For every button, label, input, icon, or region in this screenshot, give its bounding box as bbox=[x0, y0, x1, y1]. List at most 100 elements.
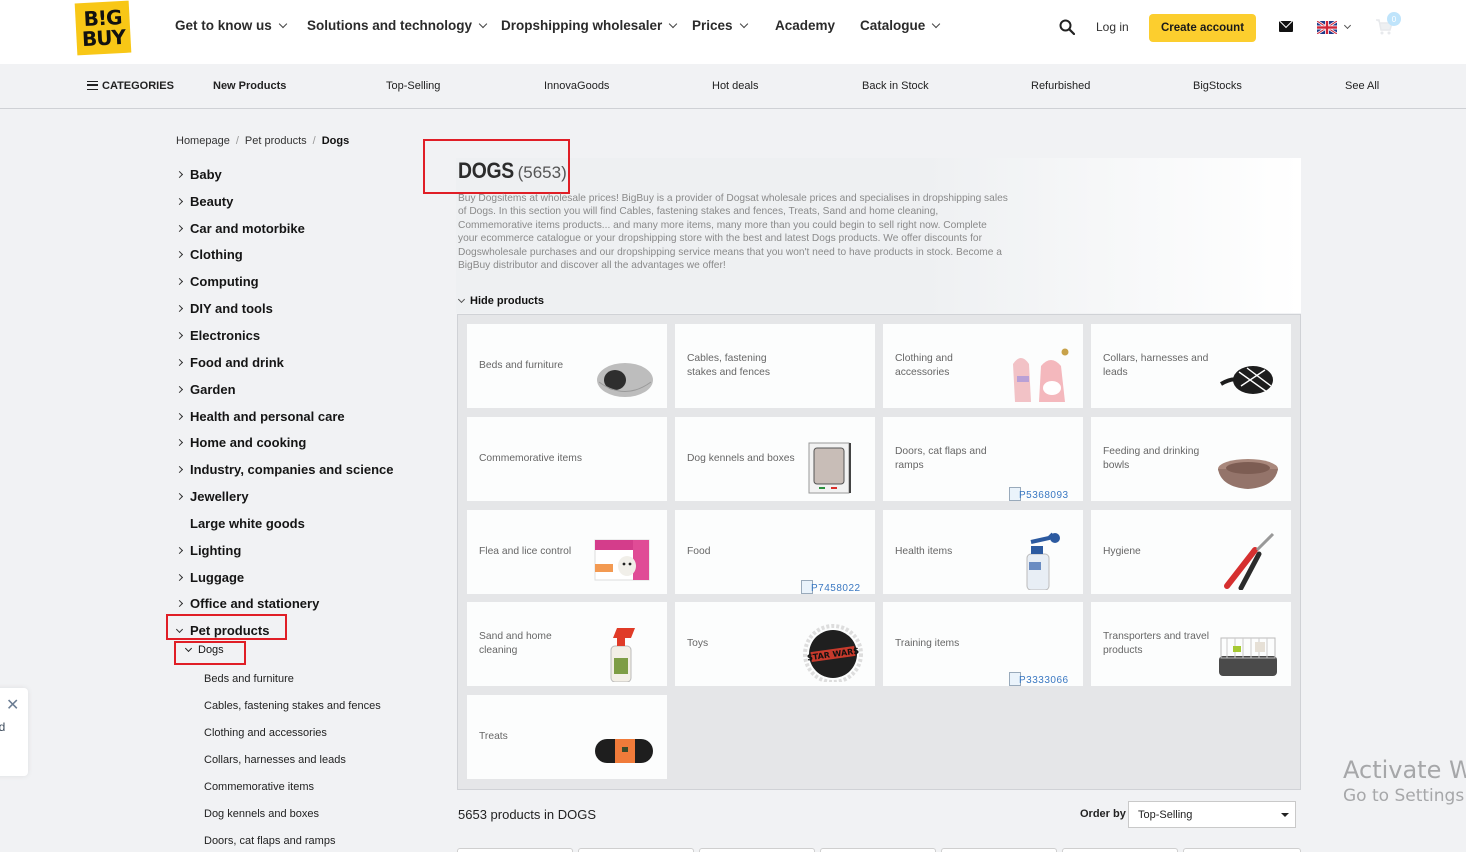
sidebar-item-label: Lighting bbox=[190, 542, 242, 558]
create-account-button[interactable]: Create account bbox=[1149, 14, 1256, 42]
mail-icon[interactable] bbox=[1279, 21, 1293, 32]
logo-line-2: BUY bbox=[81, 24, 126, 52]
breadcrumb-pet-products[interactable]: Pet products bbox=[245, 135, 307, 147]
subcategory-tile[interactable]: Transporters and travel products bbox=[1091, 602, 1291, 686]
chevron-right-icon bbox=[175, 224, 190, 232]
subcategory-tile[interactable]: Health items bbox=[883, 510, 1083, 594]
bowl-image bbox=[1217, 439, 1279, 497]
categories-label: CATEGORIES bbox=[102, 80, 174, 92]
subcategory-tile[interactable]: Food P7458022 bbox=[675, 510, 875, 594]
subcategory-tile[interactable]: Treats bbox=[467, 695, 667, 779]
sidebar-item-electronics[interactable]: Electronics bbox=[175, 322, 416, 349]
pet-door-image bbox=[801, 439, 863, 497]
sidebar-item-clothing[interactable]: Clothing bbox=[175, 242, 416, 269]
sidebar-item-luggage[interactable]: Luggage bbox=[175, 564, 416, 591]
search-icon[interactable] bbox=[1059, 19, 1075, 35]
sidebar-item-baby[interactable]: Baby bbox=[175, 161, 416, 188]
bigbuy-logo[interactable]: B!G BUY bbox=[74, 0, 132, 56]
uk-flag-icon[interactable] bbox=[1317, 21, 1337, 34]
sidebar-item-label: Beauty bbox=[190, 193, 234, 209]
sidebar-item-lighting[interactable]: Lighting bbox=[175, 537, 416, 564]
subcategory-tile[interactable]: Training items P3333066 bbox=[883, 602, 1083, 686]
nav-get-to-know-us[interactable]: Get to know us bbox=[175, 18, 288, 33]
treat-bag-image bbox=[593, 717, 655, 775]
spray-bottle-image bbox=[1009, 532, 1071, 591]
subcategory-tile[interactable]: Flea and lice control bbox=[467, 510, 667, 594]
product-card[interactable] bbox=[1062, 848, 1178, 852]
login-link[interactable]: Log in bbox=[1096, 20, 1129, 34]
tile-label: Health items bbox=[895, 545, 953, 557]
subnav-top-selling[interactable]: Top-Selling bbox=[386, 80, 440, 92]
subcategory-tile[interactable]: Cables, fastening stakes and fences bbox=[675, 324, 875, 408]
breadcrumb-separator: / bbox=[312, 135, 316, 147]
subcategory-tile[interactable]: Collars, harnesses and leads bbox=[1091, 324, 1291, 408]
notification-toast: ✕ ld bbox=[0, 688, 28, 776]
product-card[interactable] bbox=[699, 848, 815, 852]
tile-label: Training items bbox=[895, 637, 960, 649]
nav-prices[interactable]: Prices bbox=[692, 18, 748, 33]
product-card[interactable] bbox=[578, 848, 694, 852]
product-card[interactable] bbox=[1183, 848, 1301, 852]
sidebar-item-jewellery[interactable]: Jewellery bbox=[175, 483, 416, 510]
order-by-select[interactable]: Top-Selling bbox=[1128, 801, 1296, 828]
nav-academy[interactable]: Academy bbox=[775, 18, 835, 33]
chevron-down-icon bbox=[457, 295, 466, 304]
chevron-right-icon bbox=[175, 197, 190, 205]
star-wars-toy-image: STAR WARS bbox=[801, 624, 863, 684]
breadcrumb-homepage[interactable]: Homepage bbox=[176, 135, 230, 147]
subnav-hot-deals[interactable]: Hot deals bbox=[712, 80, 758, 92]
tile-label: Clothing and accessories bbox=[895, 352, 953, 379]
sidebar-sub-doors[interactable]: Doors, cat flaps and ramps bbox=[204, 827, 381, 852]
sidebar-sub-clothing[interactable]: Clothing and accessories bbox=[204, 719, 381, 746]
broken-image-icon: P7458022 bbox=[801, 580, 863, 594]
highlight-box-title bbox=[423, 139, 570, 194]
subnav-see-all[interactable]: See All bbox=[1345, 80, 1379, 92]
language-chevron-icon[interactable] bbox=[1343, 21, 1352, 30]
tile-label: Sand and home cleaning bbox=[479, 630, 552, 657]
product-card[interactable] bbox=[457, 848, 573, 852]
sidebar-item-garden[interactable]: Garden bbox=[175, 376, 416, 403]
sidebar-item-computing[interactable]: Computing bbox=[175, 268, 416, 295]
subcategory-tile[interactable]: Toys STAR WARS bbox=[675, 602, 875, 686]
sidebar-sub-commemorative[interactable]: Commemorative items bbox=[204, 773, 381, 800]
chevron-down-icon bbox=[278, 19, 288, 28]
hide-products-label: Hide products bbox=[470, 295, 544, 307]
nav-label: Prices bbox=[692, 18, 733, 33]
sidebar-sub-kennels[interactable]: Dog kennels and boxes bbox=[204, 800, 381, 827]
product-card[interactable] bbox=[941, 848, 1057, 852]
subnav-refurbished[interactable]: Refurbished bbox=[1031, 80, 1090, 92]
subnav-innovagoods[interactable]: InnovaGoods bbox=[544, 80, 609, 92]
chevron-right-icon bbox=[175, 573, 190, 581]
nav-solutions-and-technology[interactable]: Solutions and technology bbox=[307, 18, 488, 33]
tile-label: Feeding and drinking bowls bbox=[1103, 445, 1200, 472]
sidebar-item-car-and-motorbike[interactable]: Car and motorbike bbox=[175, 215, 416, 242]
subcategory-tile[interactable]: Clothing and accessories bbox=[883, 324, 1083, 408]
sidebar-item-home-and-cooking[interactable]: Home and cooking bbox=[175, 429, 416, 456]
sidebar-item-diy-and-tools[interactable]: DIY and tools bbox=[175, 295, 416, 322]
product-card[interactable] bbox=[820, 848, 936, 852]
subcategory-tile[interactable]: Dog kennels and boxes bbox=[675, 417, 875, 501]
categories-menu-button[interactable]: CATEGORIES bbox=[87, 80, 174, 92]
hide-products-toggle[interactable]: Hide products bbox=[457, 295, 544, 307]
breadcrumb-current: Dogs bbox=[321, 135, 350, 147]
sidebar-item-health-and-personal-care[interactable]: Health and personal care bbox=[175, 403, 416, 430]
subnav-back-in-stock[interactable]: Back in Stock bbox=[862, 80, 929, 92]
subnav-bigstocks[interactable]: BigStocks bbox=[1193, 80, 1242, 92]
sidebar-item-beauty[interactable]: Beauty bbox=[175, 188, 416, 215]
subcategory-tile[interactable]: Hygiene bbox=[1091, 510, 1291, 594]
sidebar-sub-cables-fastening[interactable]: Cables, fastening stakes and fences bbox=[204, 692, 381, 719]
subcategory-tile[interactable]: Beds and furniture bbox=[467, 324, 667, 408]
sidebar-item-large-white-goods[interactable]: Large white goods bbox=[176, 510, 416, 537]
subcategory-tile[interactable]: Sand and home cleaning bbox=[467, 602, 667, 686]
nav-dropshipping-wholesaler[interactable]: Dropshipping wholesaler bbox=[501, 18, 678, 33]
sidebar-sub-collars[interactable]: Collars, harnesses and leads bbox=[204, 746, 381, 773]
subcategory-tile[interactable]: Commemorative items bbox=[467, 417, 667, 501]
sidebar-item-food-and-drink[interactable]: Food and drink bbox=[175, 349, 416, 376]
subnav-new-products[interactable]: New Products bbox=[213, 80, 286, 92]
nav-catalogue[interactable]: Catalogue bbox=[860, 18, 941, 33]
subcategory-tile[interactable]: Doors, cat flaps and ramps P5368093 bbox=[883, 417, 1083, 501]
sidebar-item-industry-companies-and-science[interactable]: Industry, companies and science bbox=[175, 456, 416, 483]
close-icon[interactable]: ✕ bbox=[6, 698, 19, 714]
subcategory-tile[interactable]: Feeding and drinking bowls bbox=[1091, 417, 1291, 501]
sidebar-sub-beds-and-furniture[interactable]: Beds and furniture bbox=[204, 665, 381, 692]
